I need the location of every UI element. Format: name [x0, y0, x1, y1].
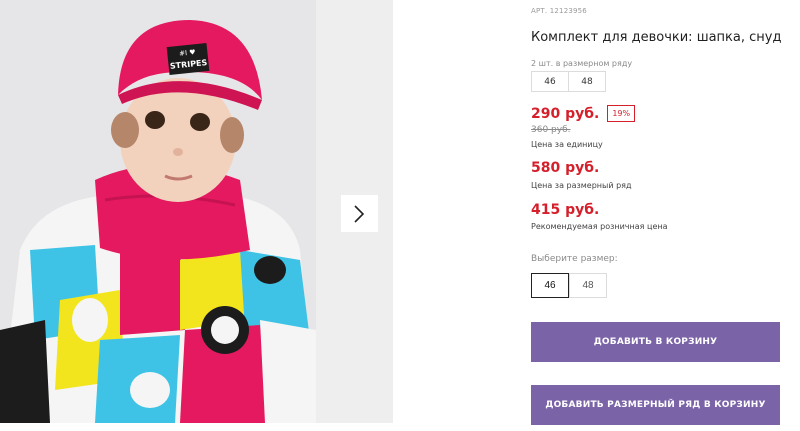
- child-photo-illustration: #I ♥ STRIPES: [0, 0, 316, 423]
- unit-price: 290 руб.: [531, 105, 600, 122]
- product-gallery: #I ♥ STRIPES: [0, 0, 393, 423]
- row-price: 580 руб.: [531, 160, 600, 176]
- discount-badge: 19%: [607, 105, 636, 122]
- size-option-48[interactable]: 48: [569, 273, 607, 298]
- article-number: АРТ. 12123956: [531, 7, 587, 15]
- size-option-46[interactable]: 46: [531, 273, 569, 298]
- retail-price: 415 руб.: [531, 202, 600, 218]
- add-to-cart-button[interactable]: ДОБАВИТЬ В КОРЗИНУ: [531, 322, 780, 362]
- row-price-caption: Цена за размерный ряд: [531, 181, 632, 190]
- next-photo-button[interactable]: [341, 195, 378, 232]
- size-selector: 46 48: [531, 273, 607, 298]
- chevron-right-icon: [354, 205, 365, 223]
- product-details: АРТ. 12123956 Комплект для девочки: шапк…: [531, 0, 791, 431]
- pack-size-item: 46: [531, 71, 569, 92]
- size-select-label: Выберите размер:: [531, 254, 618, 264]
- pack-note: 2 шт. в размерном ряду: [531, 59, 633, 68]
- retail-price-caption: Рекомендуемая розничная цена: [531, 222, 668, 231]
- unit-price-caption: Цена за единицу: [531, 140, 603, 149]
- hat-print-line1: #I ♥: [179, 48, 196, 58]
- add-size-row-to-cart-button[interactable]: ДОБАВИТЬ РАЗМЕРНЫЙ РЯД В КОРЗИНУ: [531, 385, 780, 425]
- old-price: 360 руб.: [531, 125, 571, 135]
- unit-price-row: 290 руб. 19%: [531, 105, 636, 122]
- product-title: Комплект для девочки: шапка, снуд: [531, 30, 782, 45]
- pack-size-item: 48: [568, 71, 606, 92]
- pack-size-list: 46 48: [531, 71, 606, 92]
- product-photo[interactable]: #I ♥ STRIPES: [0, 0, 316, 423]
